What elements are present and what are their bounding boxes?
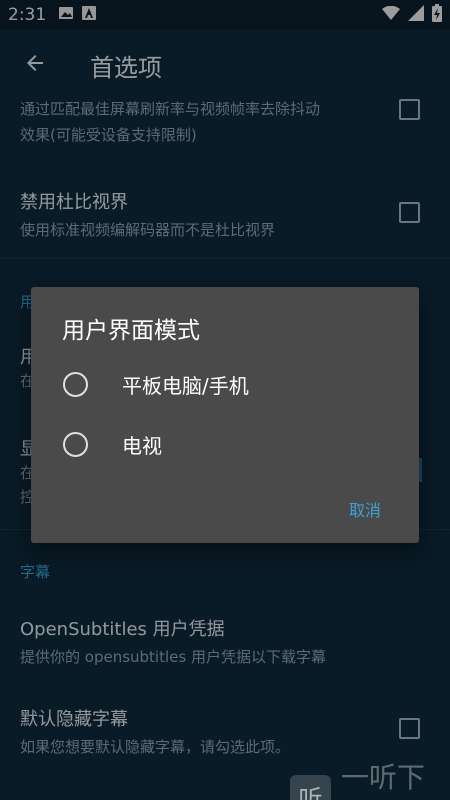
- cancel-button[interactable]: 取消: [349, 497, 381, 521]
- radio-button[interactable]: [63, 372, 88, 397]
- watermark-text: 一听下载: [340, 761, 425, 794]
- watermark-logo-icon: 听: [290, 775, 331, 800]
- option-label: 平板电脑/手机: [122, 374, 249, 398]
- option-tv[interactable]: 电视: [63, 430, 162, 459]
- watermark: 听 一听下载: [290, 756, 450, 800]
- option-tablet-phone[interactable]: 平板电脑/手机: [63, 370, 249, 399]
- ui-mode-dialog: 用户界面模式 平板电脑/手机 电视 取消: [31, 287, 419, 543]
- dialog-title: 用户界面模式: [62, 318, 200, 344]
- radio-button[interactable]: [63, 432, 88, 457]
- option-label: 电视: [122, 434, 162, 458]
